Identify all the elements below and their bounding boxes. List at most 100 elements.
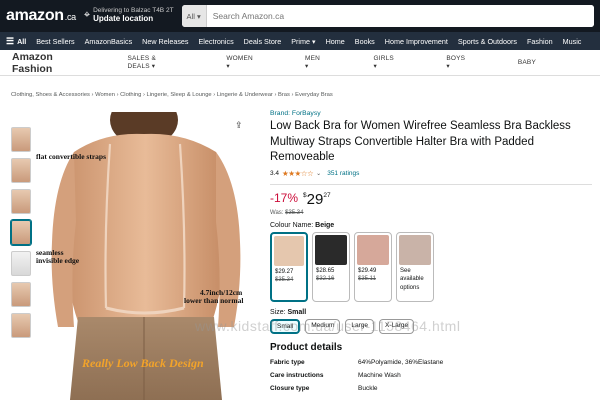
fashion-brand[interactable]: Amazon Fashion	[12, 51, 79, 75]
was-label: Was:	[270, 209, 284, 216]
star-rating-icon[interactable]: ★★★☆☆	[282, 169, 314, 178]
detail-row: Closure type Buckle	[270, 385, 592, 392]
search-category-label: All	[186, 11, 195, 21]
size-xlarge-button[interactable]: X-Large	[379, 318, 415, 334]
product-details-heading: Product details	[270, 341, 343, 353]
nav-amazonbasics[interactable]: AmazonBasics	[85, 37, 133, 46]
sub-navbar: ☰ All Best Sellers AmazonBasics New Rele…	[0, 32, 600, 50]
size-small-button[interactable]: Small	[270, 318, 301, 334]
size-value: Small	[287, 308, 307, 316]
detail-row: Fabric type 64%Polyamide, 36%Elastane	[270, 359, 592, 366]
product-title: Low Back Bra for Women Wirefree Seamless…	[270, 120, 571, 163]
swatch-more[interactable]: See available options	[396, 231, 434, 302]
location-pin-icon: ⌖	[83, 9, 91, 22]
thumbnail[interactable]	[11, 313, 31, 338]
rating-row: 3.4 ★★★☆☆ ⌄ 351 ratings	[270, 169, 592, 178]
update-location: Update location	[93, 14, 154, 24]
colour-value: Beige	[315, 221, 335, 229]
price-symbol: $	[303, 191, 307, 199]
amazon-logo[interactable]: amazon .ca	[6, 7, 76, 25]
swatch-pink[interactable]: $29.49 $35.11	[354, 231, 392, 302]
colour-label: Colour Name:	[270, 221, 314, 229]
fashion-baby[interactable]: BABY	[518, 59, 536, 66]
nav-electronics[interactable]: Electronics	[199, 37, 234, 46]
discount-badge: -17%	[270, 190, 299, 205]
fashion-sales-deals[interactable]: SALES & DEALS ▾	[127, 55, 174, 70]
nav-deals-store[interactable]: Deals Store	[244, 37, 282, 46]
thumbnail[interactable]	[11, 158, 31, 183]
swatch-price: $29.49	[358, 267, 377, 274]
nav-home-improvement[interactable]: Home Improvement	[385, 37, 448, 46]
divider	[270, 183, 592, 185]
share-icon[interactable]: ⇪	[235, 120, 243, 131]
thumbnail[interactable]	[11, 282, 31, 307]
swatch-image	[357, 234, 389, 265]
swatch-orig-price: $32.16	[316, 275, 335, 282]
brand-link[interactable]: Brand: ForBaysy	[270, 110, 592, 117]
main-product-image[interactable]: flat convertible straps seamless invisib…	[34, 112, 258, 400]
fashion-men[interactable]: MEN ▾	[305, 55, 321, 70]
colour-row: Colour Name: Beige	[270, 222, 592, 229]
swatch-orig-price: $35.11	[358, 275, 376, 282]
nav-fashion[interactable]: Fashion	[527, 37, 553, 46]
deliver-to[interactable]: ⌖ Delivering to Balzac T4B 2T Update loc…	[83, 8, 174, 24]
nav-home[interactable]: Home	[326, 37, 345, 46]
was-price-row: Was: $35.34	[270, 210, 592, 216]
image-label-straps: flat convertible straps	[36, 152, 106, 161]
fashion-boys[interactable]: BOYS ▾	[446, 55, 466, 70]
detail-key: Closure type	[270, 384, 310, 392]
nav-prime[interactable]: Prime ▾	[291, 37, 315, 46]
search-category-dropdown[interactable]: All ▾	[181, 5, 207, 27]
search-input[interactable]	[206, 5, 594, 27]
price: $29 27	[303, 191, 331, 208]
swatch-image	[274, 235, 304, 266]
product-info: Brand: ForBaysy Low Back Bra for Women W…	[270, 110, 592, 392]
colour-swatches: $29.27 $35.34 $28.65 $32.16 $29.49 $35.1…	[270, 231, 592, 302]
all-menu-button[interactable]: ☰ All	[6, 36, 26, 47]
swatch-price: $28.65	[316, 267, 335, 274]
size-options: Small Medium Large X-Large	[270, 318, 592, 334]
price-fraction: 27	[323, 191, 331, 199]
thumbnail[interactable]	[11, 189, 31, 214]
thumbnail-list	[11, 127, 33, 344]
detail-row: Care instructions Machine Wash	[270, 372, 592, 379]
size-large-button[interactable]: Large	[345, 318, 375, 334]
detail-value: Buckle	[358, 384, 378, 392]
size-medium-button[interactable]: Medium	[305, 318, 341, 334]
price-row: -17% $29 27	[270, 191, 592, 208]
top-navbar: amazon .ca ⌖ Delivering to Balzac T4B 2T …	[0, 0, 600, 32]
hamburger-icon: ☰	[6, 35, 15, 46]
fashion-girls[interactable]: GIRLS ▾	[373, 55, 394, 70]
size-label: Size:	[270, 308, 286, 316]
all-label: All	[17, 36, 27, 46]
nav-books[interactable]: Books	[355, 37, 375, 46]
logo-text: amazon	[6, 7, 64, 24]
nav-best-sellers[interactable]: Best Sellers	[36, 37, 74, 46]
thumbnail[interactable]	[11, 127, 31, 152]
swatch-price: $29.27	[275, 268, 294, 275]
chevron-down-icon: ▾	[196, 11, 201, 21]
see-available-options: See available options	[400, 267, 424, 291]
logo-tld: .ca	[64, 12, 76, 22]
chevron-down-icon[interactable]: ⌄	[316, 170, 321, 177]
swatch-beige[interactable]: $29.27 $35.34	[270, 231, 308, 302]
fashion-women[interactable]: WOMEN ▾	[226, 55, 253, 70]
swatch-black[interactable]: $28.65 $32.16	[312, 231, 350, 302]
nav-music[interactable]: Music	[563, 37, 582, 46]
nav-sports-outdoors[interactable]: Sports & Outdoors	[458, 37, 517, 46]
image-label-invisible-edge: invisible edge	[36, 256, 80, 265]
image-label-lower: lower than normal	[184, 296, 244, 305]
price-whole: 29	[306, 190, 324, 208]
detail-value: 64%Polyamide, 36%Elastane	[358, 358, 444, 366]
ratings-count-link[interactable]: 351 ratings	[327, 170, 359, 177]
thumbnail-selected[interactable]	[11, 220, 31, 245]
nav-new-releases[interactable]: New Releases	[142, 37, 188, 46]
thumbnail[interactable]	[11, 251, 31, 276]
swatch-image	[315, 234, 347, 265]
breadcrumb[interactable]: Clothing, Shoes & Accessories › Women › …	[0, 92, 344, 98]
was-price: $35.34	[285, 209, 304, 216]
fashion-navbar: Amazon Fashion SALES & DEALS ▾ WOMEN ▾ M…	[0, 50, 600, 76]
rating-value: 3.4	[270, 169, 280, 177]
detail-key: Care instructions	[270, 371, 324, 379]
detail-value: Machine Wash	[358, 371, 401, 379]
